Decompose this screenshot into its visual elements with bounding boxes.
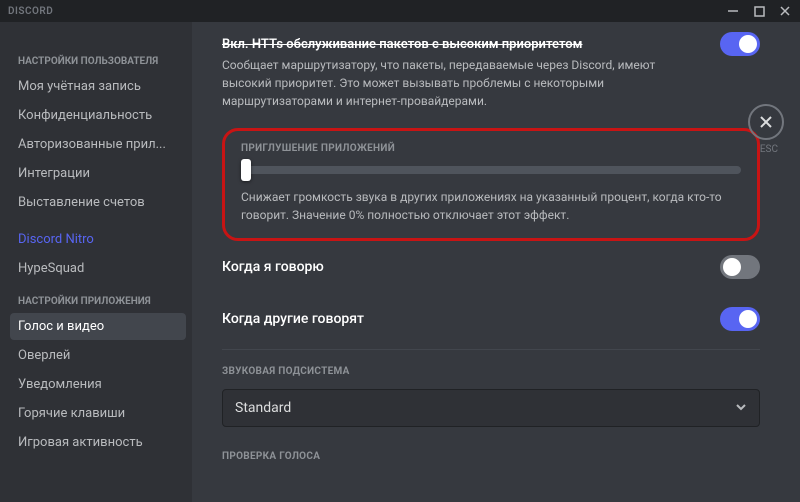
attenuation-label: ПРИГЛУШЕНИЕ ПРИЛОЖЕНИЙ: [241, 143, 741, 154]
qos-title: Вкл. HTTs обслуживание пакетов с высоким…: [222, 37, 582, 52]
close-settings-button[interactable]: [748, 104, 784, 140]
divider: [222, 349, 760, 350]
main-panel: ESC Вкл. HTTs обслуживание пакетов с выс…: [192, 22, 800, 502]
sidebar-item-voice-video[interactable]: Голос и видео: [10, 313, 186, 340]
row-when-i-speak: Когда я говорю: [222, 241, 760, 293]
sidebar-item-hypesquad[interactable]: HypeSquad: [10, 255, 186, 282]
qos-description: Сообщает маршрутизатору, что пакеты, пер…: [222, 56, 662, 110]
qos-setting: Вкл. HTTs обслуживание пакетов с высоким…: [222, 22, 760, 110]
slider-thumb[interactable]: [241, 159, 251, 181]
sidebar-item-game-activity[interactable]: Игровая активность: [10, 429, 186, 456]
when-others-speak-toggle[interactable]: [720, 307, 760, 331]
row-when-others-speak: Когда другие говорят: [222, 293, 760, 345]
qos-toggle[interactable]: [720, 32, 760, 56]
sidebar-item-nitro[interactable]: Discord Nitro: [10, 226, 186, 253]
close-icon: [758, 114, 774, 130]
chevron-down-icon: [735, 401, 747, 416]
sidebar-item-overlay[interactable]: Оверлей: [10, 342, 186, 369]
attenuation-description: Снижает громкость звука в других приложе…: [241, 188, 741, 224]
sidebar-item-notifications[interactable]: Уведомления: [10, 371, 186, 398]
when-i-speak-label: Когда я говорю: [222, 259, 324, 275]
window-controls: [726, 4, 792, 18]
sidebar-item-billing[interactable]: Выставление счетов: [10, 189, 186, 216]
voice-check-label: ПРОВЕРКА ГОЛОСА: [222, 451, 760, 462]
close-label: ESC: [760, 144, 778, 155]
close-window-icon[interactable]: [778, 4, 792, 18]
audio-subsystem-select[interactable]: Standard: [222, 389, 760, 427]
audio-subsystem-value: Standard: [235, 400, 291, 416]
sidebar: НАСТРОЙКИ ПОЛЬЗОВАТЕЛЯ Моя учётная запис…: [0, 22, 192, 502]
sidebar-header-app: НАСТРОЙКИ ПРИЛОЖЕНИЯ: [10, 290, 186, 313]
sidebar-item-integrations[interactable]: Интеграции: [10, 160, 186, 187]
sidebar-item-keybinds[interactable]: Горячие клавиши: [10, 400, 186, 427]
attenuation-card: ПРИГЛУШЕНИЕ ПРИЛОЖЕНИЙ Снижает громкость…: [222, 128, 760, 241]
titlebar: DISCORD: [0, 0, 800, 22]
sidebar-item-privacy[interactable]: Конфиденциальность: [10, 102, 186, 129]
minimize-icon[interactable]: [726, 4, 740, 18]
sidebar-item-account[interactable]: Моя учётная запись: [10, 73, 186, 100]
audio-subsystem-label: ЗВУКОВАЯ ПОДСИСТЕМА: [222, 366, 760, 377]
sidebar-header-user: НАСТРОЙКИ ПОЛЬЗОВАТЕЛЯ: [10, 50, 186, 73]
when-others-speak-label: Когда другие говорят: [222, 311, 364, 327]
maximize-icon[interactable]: [752, 4, 766, 18]
sidebar-item-authorized-apps[interactable]: Авторизованные прил...: [10, 131, 186, 158]
app-name: DISCORD: [8, 6, 53, 17]
when-i-speak-toggle[interactable]: [720, 255, 760, 279]
attenuation-slider[interactable]: [241, 166, 741, 174]
